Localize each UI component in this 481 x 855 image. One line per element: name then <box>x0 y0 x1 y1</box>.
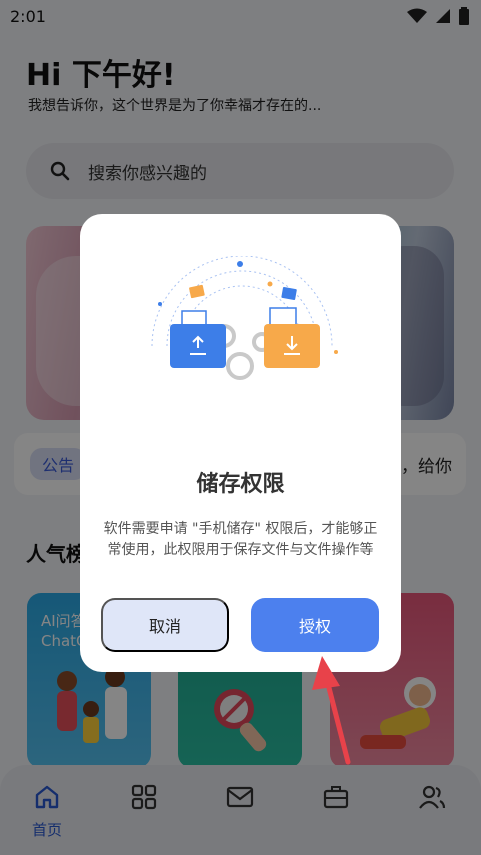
dialog-message: 软件需要申请 "手机储存" 权限后，才能够正常使用，此权限用于保存文件与文件操作… <box>103 521 378 558</box>
pointer-arrow-icon <box>312 656 351 765</box>
storage-folders-illustration-icon <box>151 256 338 380</box>
permission-dialog: 储存权限 软件需要申请 "手机储存" 权限后，才能够正常使用，此权限用于保存文件… <box>80 214 401 672</box>
dialog-title: 储存权限 <box>196 472 285 497</box>
cancel-button[interactable]: 取消 <box>101 598 229 652</box>
authorize-button[interactable]: 授权 <box>251 598 379 652</box>
